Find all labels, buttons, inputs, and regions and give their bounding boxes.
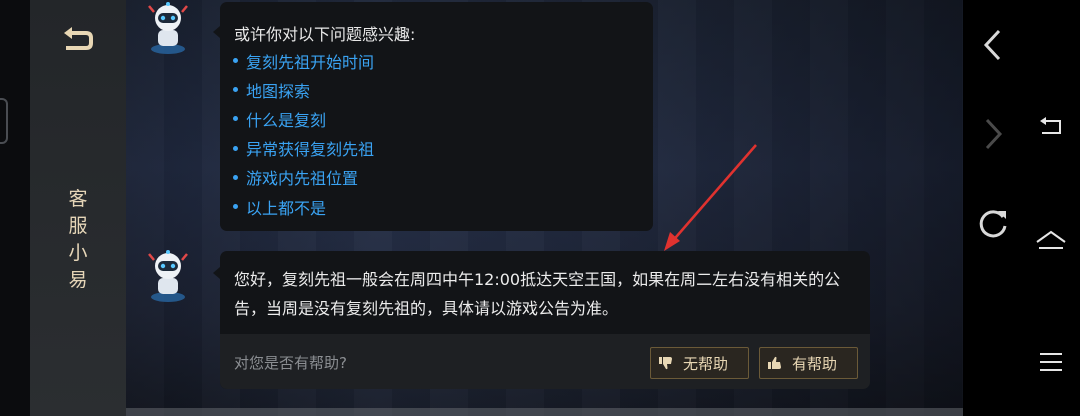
bot-avatar (143, 0, 193, 56)
answer-bubble: 您好，复刻先祖一般会在周四中午12:00抵达天空王国，如果在周二左右没有相关的公… (213, 251, 870, 389)
sidebar-title-char: 易 (68, 269, 88, 291)
bullet-icon (233, 174, 238, 180)
suggestion-label: 什么是复刻 (246, 110, 327, 130)
suggestion-link[interactable]: 地图探索 (233, 75, 374, 104)
robot-avatar-icon (148, 250, 188, 302)
thumbs-up-icon (768, 356, 781, 369)
feedback-question: 对您是否有帮助? (234, 354, 347, 372)
suggestion-bubble: 或许你对以下问题感兴趣: 复刻先祖开始时间 地图探索 什么是复刻 异常获得复刻先… (213, 2, 653, 231)
suggestion-link[interactable]: 异常获得复刻先祖 (233, 134, 374, 163)
bubble-tail (213, 267, 220, 279)
sidebar-title-char: 服 (68, 215, 88, 237)
not-helpful-label: 无帮助 (683, 354, 729, 373)
feedback-bar: 对您是否有帮助? 无帮助 有帮助 (220, 334, 870, 389)
suggestion-link[interactable]: 什么是复刻 (233, 104, 374, 133)
thumbs-down-icon (659, 357, 672, 370)
bullet-icon (233, 87, 238, 93)
menu-icon[interactable] (1039, 351, 1063, 373)
sidebar: 客 服 小 易 (30, 0, 126, 416)
suggestion-link[interactable]: 游戏内先祖位置 (233, 163, 374, 192)
robot-avatar-icon (148, 2, 188, 54)
suggestion-label: 异常获得复刻先祖 (246, 140, 375, 160)
browser-forward-icon[interactable] (983, 117, 1005, 151)
system-back-icon[interactable] (1038, 116, 1064, 136)
system-nav-panel (963, 0, 1080, 416)
annotation-arrow (664, 144, 757, 251)
answer-text: 您好，复刻先祖一般会在周四中午12:00抵达天空王国，如果在周二左右没有相关的公… (234, 270, 841, 318)
suggestion-label: 复刻先祖开始时间 (246, 52, 375, 72)
suggestion-intro: 或许你对以下问题感兴趣: (234, 25, 416, 44)
bullet-icon (233, 58, 238, 64)
suggestion-label: 以上都不是 (246, 198, 327, 218)
scene-bottom-edge (126, 408, 963, 416)
suggestion-label: 游戏内先祖位置 (246, 169, 359, 189)
bullet-icon (233, 116, 238, 122)
suggestion-link[interactable]: 以上都不是 (233, 192, 374, 221)
suggestion-list: 复刻先祖开始时间 地图探索 什么是复刻 异常获得复刻先祖 游戏内先祖位置 以上都… (233, 46, 374, 221)
bullet-icon (233, 204, 238, 210)
helpful-button[interactable]: 有帮助 (759, 347, 858, 379)
sidebar-title-char: 客 (68, 188, 88, 210)
suggestion-link[interactable]: 复刻先祖开始时间 (233, 46, 374, 75)
bubble-tail (213, 26, 220, 38)
return-icon (64, 27, 93, 50)
bot-avatar (143, 248, 193, 304)
suggestion-label: 地图探索 (246, 81, 311, 101)
left-edge-strip (0, 0, 30, 416)
browser-back-icon[interactable] (981, 28, 1003, 62)
home-icon[interactable] (1035, 230, 1067, 252)
helpful-label: 有帮助 (792, 354, 838, 373)
edge-handle[interactable] (0, 98, 8, 144)
reload-icon[interactable] (976, 207, 1010, 241)
app-window: 客 服 小 易 或许你对以下问题感兴趣: 复刻先祖开始时间 地图探索 什么是复刻… (30, 0, 963, 416)
sidebar-title: 客 服 小 易 (66, 186, 90, 294)
not-helpful-button[interactable]: 无帮助 (650, 347, 749, 379)
return-button[interactable] (60, 25, 96, 55)
bullet-icon (233, 145, 238, 151)
sidebar-title-char: 小 (68, 242, 88, 264)
